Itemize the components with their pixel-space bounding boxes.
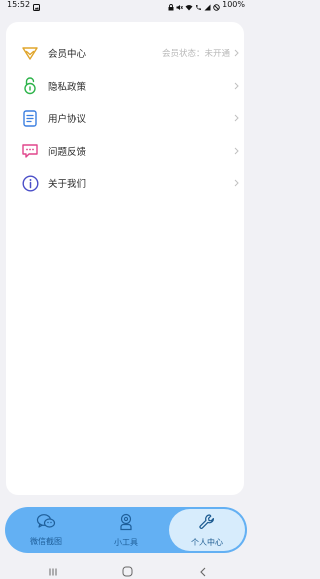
chevron-right-icon xyxy=(232,146,240,156)
wechat-icon xyxy=(36,513,56,534)
privacy-lock-icon xyxy=(21,77,39,95)
lock-icon xyxy=(168,0,174,15)
menu-item-privacy-policy[interactable]: 隐私政策 xyxy=(6,72,244,100)
chevron-right-icon xyxy=(232,178,240,188)
feedback-chat-icon xyxy=(21,142,39,160)
tab-personal-center[interactable]: 个人中心 xyxy=(169,509,245,551)
status-time: 15:52 xyxy=(7,0,31,9)
vip-status-text: 会员状态：未开通 xyxy=(161,49,230,59)
vip-diamond-icon xyxy=(21,44,39,62)
bottom-tab-bar: 微信截图 小工具 个人中心 xyxy=(5,507,247,553)
menu-item-label: 隐私政策 xyxy=(48,82,87,93)
chevron-right-icon xyxy=(232,48,240,58)
document-icon xyxy=(21,109,39,127)
system-nav-bar xyxy=(0,563,249,579)
wifi-icon xyxy=(185,0,193,15)
tab-label: 个人中心 xyxy=(191,537,223,547)
tab-label: 微信截图 xyxy=(30,537,62,546)
signal-icon xyxy=(204,0,211,15)
no-disturb-icon xyxy=(213,0,220,15)
wrench-icon xyxy=(198,513,216,535)
battery-level: 100% xyxy=(222,0,245,9)
home-icon[interactable] xyxy=(121,566,133,577)
tab-wechat-screenshot[interactable]: 微信截图 xyxy=(8,507,84,553)
chevron-right-icon xyxy=(232,113,240,123)
tab-small-tools[interactable]: 小工具 xyxy=(88,507,164,553)
menu-item-vip-center[interactable]: 会员中心 会员状态：未开通 xyxy=(6,39,244,67)
menu-item-label: 用户协议 xyxy=(48,114,87,125)
back-icon[interactable] xyxy=(197,566,209,577)
menu-item-feedback[interactable]: 问题反馈 xyxy=(6,137,244,165)
menu-item-user-agreement[interactable]: 用户协议 xyxy=(6,104,244,132)
menu-item-label: 关于我们 xyxy=(48,179,87,190)
tab-label: 小工具 xyxy=(114,537,138,547)
info-icon xyxy=(21,174,39,192)
status-bar: 15:52 100% xyxy=(0,0,249,11)
tool-person-icon xyxy=(118,513,134,535)
screen: 15:52 100% 会员中心 会员状态：未开通 隐私政策 用户协议 问题反馈 … xyxy=(0,0,249,579)
call-icon xyxy=(195,0,202,15)
image-icon xyxy=(33,0,41,15)
recent-apps-icon[interactable] xyxy=(47,566,59,577)
profile-menu-card: 会员中心 会员状态：未开通 隐私政策 用户协议 问题反馈 关于我们 xyxy=(6,22,244,495)
menu-item-about-us[interactable]: 关于我们 xyxy=(6,169,244,197)
menu-item-label: 问题反馈 xyxy=(48,147,87,158)
mute-icon xyxy=(176,0,184,15)
menu-item-label: 会员中心 xyxy=(48,49,87,60)
chevron-right-icon xyxy=(232,81,240,91)
